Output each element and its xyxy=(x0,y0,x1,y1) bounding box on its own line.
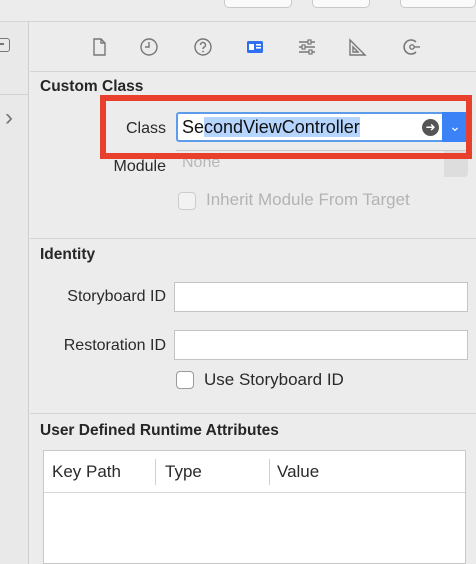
use-storyboard-id-label: Use Storyboard ID xyxy=(204,370,344,389)
section-divider xyxy=(30,413,476,414)
top-strip xyxy=(0,0,476,22)
column-separator xyxy=(155,459,156,485)
column-value[interactable]: Value xyxy=(277,462,319,482)
identity-icon[interactable] xyxy=(244,36,266,58)
table-header: Key Path Type Value xyxy=(44,451,465,493)
storyboard-id-field[interactable] xyxy=(174,282,468,312)
module-label: Module xyxy=(113,158,166,175)
help-icon[interactable] xyxy=(192,36,214,58)
top-button-left[interactable] xyxy=(224,0,292,8)
runtime-attributes-title: User Defined Runtime Attributes xyxy=(40,422,279,439)
ruler-icon[interactable] xyxy=(346,36,368,58)
inspector-toolbar xyxy=(30,22,476,72)
identity-title: Identity xyxy=(40,246,96,263)
inherit-module-checkbox[interactable] xyxy=(178,192,196,210)
use-storyboard-id-checkbox[interactable] xyxy=(176,371,194,389)
connections-icon[interactable] xyxy=(400,36,422,58)
chevron-right-icon[interactable]: › xyxy=(5,106,13,130)
add-icon[interactable] xyxy=(0,38,10,52)
column-type[interactable]: Type xyxy=(165,462,202,482)
clock-icon[interactable] xyxy=(138,36,160,58)
attributes-icon[interactable] xyxy=(296,36,318,58)
file-icon[interactable] xyxy=(88,36,110,58)
custom-class-title: Custom Class xyxy=(40,78,144,95)
top-button-middle[interactable] xyxy=(312,0,370,8)
runtime-attributes-table[interactable]: Key Path Type Value xyxy=(43,450,466,564)
restoration-id-field[interactable] xyxy=(174,330,468,360)
left-gutter: › xyxy=(0,22,29,564)
column-separator xyxy=(269,459,270,485)
inherit-module-label: Inherit Module From Target xyxy=(206,190,410,209)
storyboard-id-label: Storyboard ID xyxy=(67,288,166,305)
highlight-annotation xyxy=(100,95,472,159)
section-divider xyxy=(30,238,476,239)
column-key-path[interactable]: Key Path xyxy=(52,462,121,482)
gutter-divider xyxy=(0,94,29,95)
top-button-right[interactable] xyxy=(400,0,476,8)
restoration-id-label: Restoration ID xyxy=(63,337,166,354)
